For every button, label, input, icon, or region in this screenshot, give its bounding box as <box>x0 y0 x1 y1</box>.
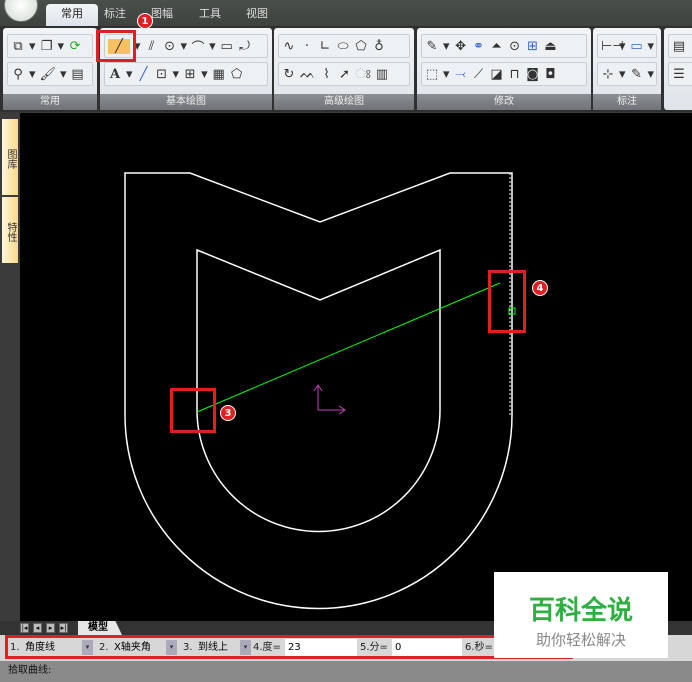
fillet-icon[interactable]: ◘ <box>544 67 558 82</box>
rotate-obj-icon[interactable]: ⊙ <box>508 39 522 54</box>
first-tab-button[interactable]: |◂ <box>20 623 29 633</box>
group-label: 标注 <box>593 94 661 110</box>
trim-icon[interactable]: ⤙ <box>454 67 468 82</box>
tab-tools[interactable]: 工具 <box>191 4 229 26</box>
arrow-icon[interactable]: ➚ <box>338 67 352 82</box>
side-tab-library[interactable]: 图库 <box>2 119 18 195</box>
centerline-icon[interactable]: ╱ <box>137 67 151 82</box>
hole-icon[interactable]: ▥ <box>375 67 389 82</box>
tab-model[interactable]: 模型 <box>78 621 122 635</box>
array-icon[interactable]: ⊞ <box>526 39 540 54</box>
point-icon[interactable]: · <box>300 39 314 54</box>
select-icon[interactable]: ⬚ <box>425 67 439 82</box>
highlight-point-4 <box>488 270 526 333</box>
step-badge-4: 4 <box>532 280 548 296</box>
prev-tab-button[interactable]: ◂ <box>33 623 42 633</box>
move-icon[interactable]: ✥ <box>454 39 468 54</box>
next-tab-button[interactable]: ▸ <box>46 623 55 633</box>
group-label: 修改 <box>417 94 591 110</box>
region-icon[interactable]: ⬠ <box>230 67 244 82</box>
erase-icon[interactable]: ✎ <box>425 39 439 54</box>
ucs-icon <box>313 384 346 415</box>
group-label: 基本绘图 <box>100 94 272 110</box>
ellipse-icon[interactable]: ⬭ <box>336 39 350 54</box>
coord-dim-icon[interactable]: ⊹ <box>601 67 615 82</box>
scale-icon[interactable]: ◪ <box>490 67 504 82</box>
group-more: ▤ ☰ <box>664 28 692 110</box>
group-modify: ✎ ▾ ✥ ⚭ ⏶ ⊙ ⊞ ⏏ ⬚ ▾ ⤙ ⟋ ◪ ⊓ ◙ ◘ 修改 <box>417 28 591 110</box>
status-prompt: 拾取曲线: <box>0 661 692 682</box>
table-icon[interactable]: ⊞ <box>183 67 197 82</box>
watermark: 百科全说 助你轻松解决 <box>494 572 668 658</box>
step-badge-1: 1 <box>137 13 153 29</box>
highlight-line-tool <box>96 30 136 62</box>
group-label: 高级绘图 <box>274 94 414 110</box>
edit-dim-icon[interactable]: ✎ <box>630 67 644 82</box>
polygon-icon[interactable]: ⬠ <box>354 39 368 54</box>
side-panel: 图库 特性 <box>0 113 20 621</box>
group-advanced-draw: ∿ · ∟ ⬭ ⬠ ♁ ↻ ᨓ ⌇ ➚ଃ ▥ 高级绘图 <box>274 28 414 110</box>
text-icon[interactable]: A <box>108 67 122 82</box>
copy-move-icon[interactable]: ⚭ <box>472 39 486 54</box>
symbol-icon[interactable]: ♁ <box>372 39 386 54</box>
rotate-icon[interactable]: ↻ <box>282 67 296 82</box>
app-logo[interactable] <box>4 0 38 22</box>
refresh-icon[interactable]: ⟳ <box>68 39 82 54</box>
cloud-icon[interactable]: ଃ <box>356 67 371 82</box>
group-dimension: ⊢⊣ ▾ ▭ ▾ ⊹ ▾ ✎ ▾ 标注 <box>593 28 661 110</box>
tab-view[interactable]: 视图 <box>238 4 276 26</box>
highlight-point-3 <box>170 388 216 433</box>
rectangle-icon[interactable]: ▭ <box>220 39 234 54</box>
block-icon[interactable]: ⊡ <box>155 67 169 82</box>
drawing-canvas[interactable] <box>20 113 692 621</box>
tab-common[interactable]: 常用 <box>46 4 98 26</box>
mirror-icon[interactable]: ⏶ <box>490 39 504 54</box>
stretch-icon[interactable]: ⏏ <box>544 39 558 54</box>
angle-icon[interactable]: ∟ <box>318 39 332 54</box>
zoom-icon[interactable]: ⚲ <box>11 67 25 82</box>
extend-icon[interactable]: ⟋ <box>472 67 486 82</box>
arc-icon[interactable]: ⌒ <box>191 37 205 56</box>
properties-icon[interactable]: ▤ <box>672 39 686 54</box>
highlight-command-bar <box>5 635 573 659</box>
break-icon[interactable]: ⊓ <box>508 67 522 82</box>
angle-line <box>196 282 501 413</box>
layer-icon[interactable]: ▤ <box>71 67 85 82</box>
dim-style-icon[interactable]: ▭ <box>630 39 644 54</box>
wave-icon[interactable]: ᨓ <box>300 67 316 82</box>
break-line-icon[interactable]: ⌇ <box>320 67 334 82</box>
format-icon[interactable]: 🖌 <box>40 67 57 82</box>
chamfer-icon[interactable]: ◙ <box>526 67 540 82</box>
linetype-icon[interactable]: ☰ <box>672 67 686 82</box>
title-bar: 常用 标注 图幅 工具 视图 <box>0 0 692 26</box>
side-tab-properties[interactable]: 特性 <box>2 197 18 263</box>
step-badge-3: 3 <box>220 405 236 421</box>
circle-icon[interactable]: ⊙ <box>163 39 177 54</box>
dimension-icon[interactable]: ⊢⊣ <box>601 39 624 54</box>
group-common: ⧉ ▾ ❐ ▾ ⟳ ⚲ ▾ 🖌 ▾ ▤ 常用 <box>3 28 97 110</box>
copy-icon[interactable]: ⧉ <box>11 39 25 54</box>
drawing <box>124 172 516 610</box>
tab-dimension[interactable]: 标注 <box>96 4 134 26</box>
paste-icon[interactable]: ❐ <box>40 39 54 54</box>
polyline-icon[interactable]: ⤾ <box>238 39 252 54</box>
parallel-line-icon[interactable]: ⫽ <box>145 39 159 54</box>
last-tab-button[interactable]: ▸| <box>59 623 68 633</box>
spline-icon[interactable]: ∿ <box>282 39 296 54</box>
group-label: 常用 <box>3 94 97 110</box>
hatch-icon[interactable]: ▦ <box>212 67 226 82</box>
